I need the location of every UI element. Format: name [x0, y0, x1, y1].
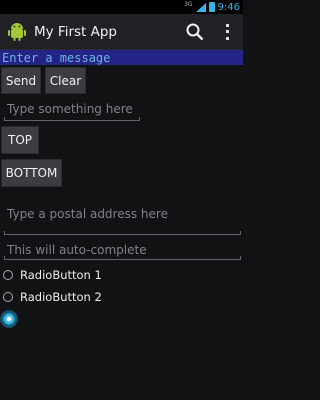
auto-complete-field[interactable]: This will auto-complete — [4, 240, 241, 260]
type-something-field[interactable]: Type something here — [4, 100, 140, 121]
radio-label-2: RadioButton 2 — [20, 290, 102, 304]
radio-option-1[interactable]: RadioButton 1 — [3, 268, 102, 282]
app-title: My First App — [34, 23, 118, 40]
clock: 9:46 — [217, 1, 240, 13]
bottom-button[interactable]: BOTTOM — [1, 159, 62, 187]
message-input[interactable] — [0, 50, 243, 65]
network-type: 3G — [184, 0, 193, 8]
postal-address-field[interactable]: Type a postal address here — [4, 202, 241, 235]
status-bar: 3G 9:46 — [0, 0, 243, 14]
top-button[interactable]: TOP — [1, 126, 39, 154]
auto-complete-hint: This will auto-complete — [7, 243, 147, 257]
radio-label-1: RadioButton 1 — [20, 268, 102, 282]
clear-button[interactable]: Clear — [45, 67, 86, 94]
radio-circle[interactable] — [3, 270, 13, 280]
action-bar: My First App — [0, 14, 243, 50]
postal-address-hint: Type a postal address here — [7, 207, 168, 221]
radio-option-selected[interactable] — [0, 310, 18, 328]
search-icon[interactable] — [185, 22, 205, 42]
signal-icon — [195, 2, 206, 12]
radio-option-2[interactable]: RadioButton 2 — [3, 290, 102, 304]
overflow-menu-icon[interactable] — [223, 23, 231, 41]
battery-icon — [208, 2, 215, 12]
type-something-hint: Type something here — [7, 102, 133, 116]
send-button[interactable]: Send — [1, 67, 41, 94]
app-icon[interactable] — [6, 21, 28, 43]
radio-circle[interactable] — [3, 292, 13, 302]
